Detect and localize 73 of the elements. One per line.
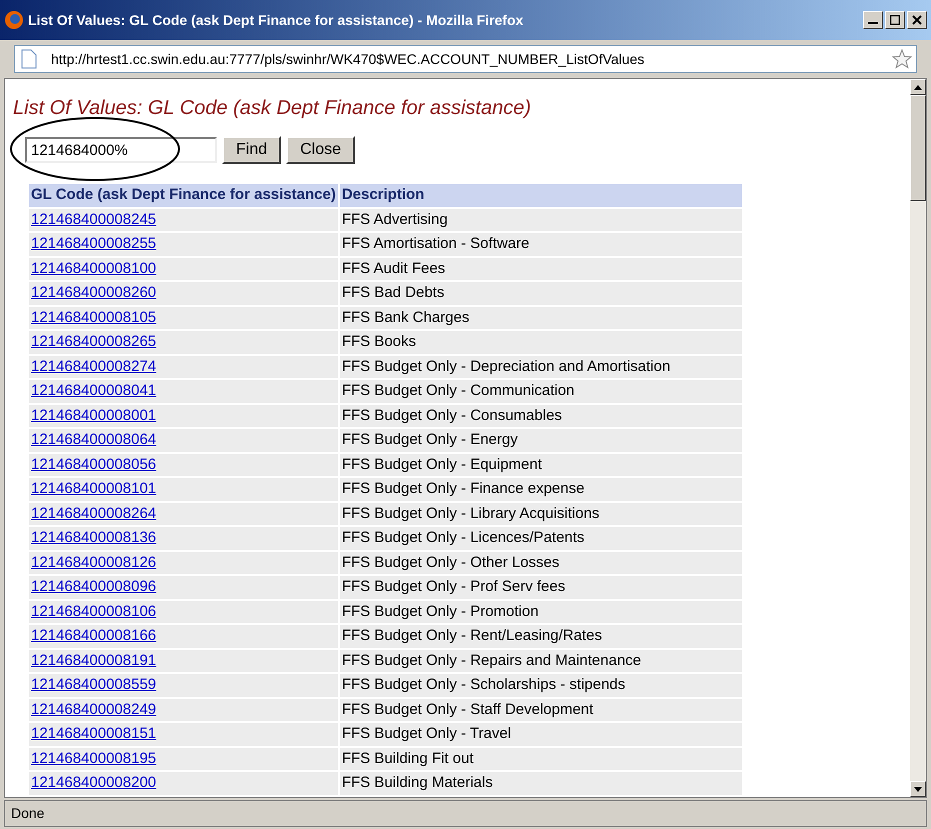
- window-title: List Of Values: GL Code (ask Dept Finance for assistance) - Mozilla Firefox: [28, 10, 524, 30]
- scrollbar[interactable]: [910, 79, 926, 797]
- table-cell: FFS Budget Only - Rent/Leasing/Rates: [340, 625, 742, 648]
- code-link[interactable]: 121468400008064: [31, 431, 156, 448]
- code-link[interactable]: 121468400008056: [31, 456, 156, 472]
- code-link[interactable]: 121468400008096: [31, 578, 156, 595]
- code-link[interactable]: 121468400008191: [31, 652, 156, 668]
- minimize-icon: [868, 22, 878, 24]
- code-link[interactable]: 121468400008100: [31, 260, 156, 276]
- code-link[interactable]: 121468400008264: [31, 504, 156, 522]
- minimize-button[interactable]: [863, 11, 883, 29]
- up-arrow-icon: [914, 84, 922, 90]
- code-link[interactable]: 121468400008274: [31, 358, 156, 374]
- url-text: http://hrtest1.cc.swin.edu.au:7777/pls/swinhr/WK470$WEC.ACCOUNT_NUMBER_ListOfValues: [51, 50, 644, 69]
- table-cell: FFS Budget Only - Energy: [340, 429, 742, 452]
- code-link[interactable]: 121468400008559: [31, 676, 156, 693]
- code-link[interactable]: 121468400008101: [31, 480, 156, 497]
- code-link[interactable]: 121468400008041: [31, 382, 156, 399]
- code-link[interactable]: 121468400008126: [31, 554, 156, 570]
- table-cell: FFS Advertising: [340, 208, 742, 231]
- code-link[interactable]: 121468400008249: [31, 700, 156, 718]
- code-link[interactable]: 121468400008166: [31, 627, 156, 644]
- close-icon: [912, 15, 922, 25]
- code-link[interactable]: 121468400008136: [31, 529, 156, 546]
- column-header: Description: [340, 184, 742, 206]
- maximize-button[interactable]: [885, 11, 905, 29]
- code-link[interactable]: 121468400008001: [31, 406, 156, 424]
- code-link[interactable]: 121468400008260: [31, 284, 156, 301]
- page-icon: [21, 49, 37, 69]
- code-link[interactable]: 121468400008195: [31, 750, 156, 766]
- find-button[interactable]: Find: [222, 136, 282, 164]
- column-header: GL Code (ask Dept Finance for assistance): [29, 184, 338, 206]
- search-field[interactable]: 1214684000%: [25, 137, 217, 163]
- scroll-down-button[interactable]: [910, 781, 926, 797]
- maximize-icon: [890, 15, 900, 25]
- table-cell: FFS Budget Only - Licences/Patents: [340, 527, 742, 550]
- code-link[interactable]: 121468400008106: [31, 602, 156, 620]
- table-cell: FFS Books: [340, 331, 742, 354]
- table-cell: FFS Budget Only - Communication: [340, 380, 742, 402]
- table-cell: FFS Budget Only - Staff Development: [340, 698, 742, 721]
- table-cell: FFS Budget Only - Repairs and Maintenance: [340, 650, 742, 672]
- table-cell: FFS Budget Only - Scholarships - stipends: [340, 674, 742, 696]
- page-heading: List Of Values: GL Code (ask Dept Finance for assistance): [13, 96, 532, 121]
- table-cell: FFS Building Fit out: [340, 748, 742, 770]
- code-link[interactable]: 121468400008245: [31, 210, 156, 228]
- table-cell: FFS Building Materials: [340, 772, 742, 794]
- table-cell: FFS Budget Only - Prof Serv fees: [340, 576, 742, 598]
- table-cell: FFS Budget Only - Other Losses: [340, 552, 742, 574]
- table-cell: FFS Amortisation - Software: [340, 233, 742, 256]
- scroll-thumb[interactable]: [910, 95, 926, 201]
- code-link[interactable]: 121468400008265: [31, 333, 156, 350]
- firefox-icon: [4, 10, 24, 30]
- scroll-up-button[interactable]: [910, 79, 926, 95]
- close-button[interactable]: Close: [286, 136, 356, 164]
- table-cell: FFS Budget Only - Consumables: [340, 404, 742, 427]
- table-cell: FFS Budget Only - Promotion: [340, 600, 742, 623]
- table-cell: FFS Budget Only - Equipment: [340, 454, 742, 476]
- table-cell: FFS Budget Only - Depreciation and Amortisation: [340, 356, 742, 378]
- table-cell: FFS Budget Only - Library Acquisitions: [340, 502, 742, 525]
- code-link[interactable]: 121468400008105: [31, 308, 156, 326]
- table-cell: FFS Bad Debts: [340, 282, 742, 304]
- close-button[interactable]: [907, 11, 927, 29]
- code-link[interactable]: 121468400008200: [31, 774, 156, 791]
- table-cell: FFS Budget Only - Finance expense: [340, 478, 742, 500]
- address-bar[interactable]: http://hrtest1.cc.swin.edu.au:7777/pls/swinhr/WK470$WEC.ACCOUNT_NUMBER_ListOfValues: [14, 45, 917, 73]
- table-cell: FFS Audit Fees: [340, 258, 742, 280]
- status-text: Done: [11, 804, 44, 823]
- down-arrow-icon: [914, 786, 922, 792]
- table-cell: FFS Bank Charges: [340, 306, 742, 329]
- code-link[interactable]: 121468400008255: [31, 235, 156, 252]
- table-cell: FFS Budget Only - Travel: [340, 723, 742, 746]
- star-icon[interactable]: [892, 49, 912, 69]
- code-link[interactable]: 121468400008151: [31, 725, 156, 742]
